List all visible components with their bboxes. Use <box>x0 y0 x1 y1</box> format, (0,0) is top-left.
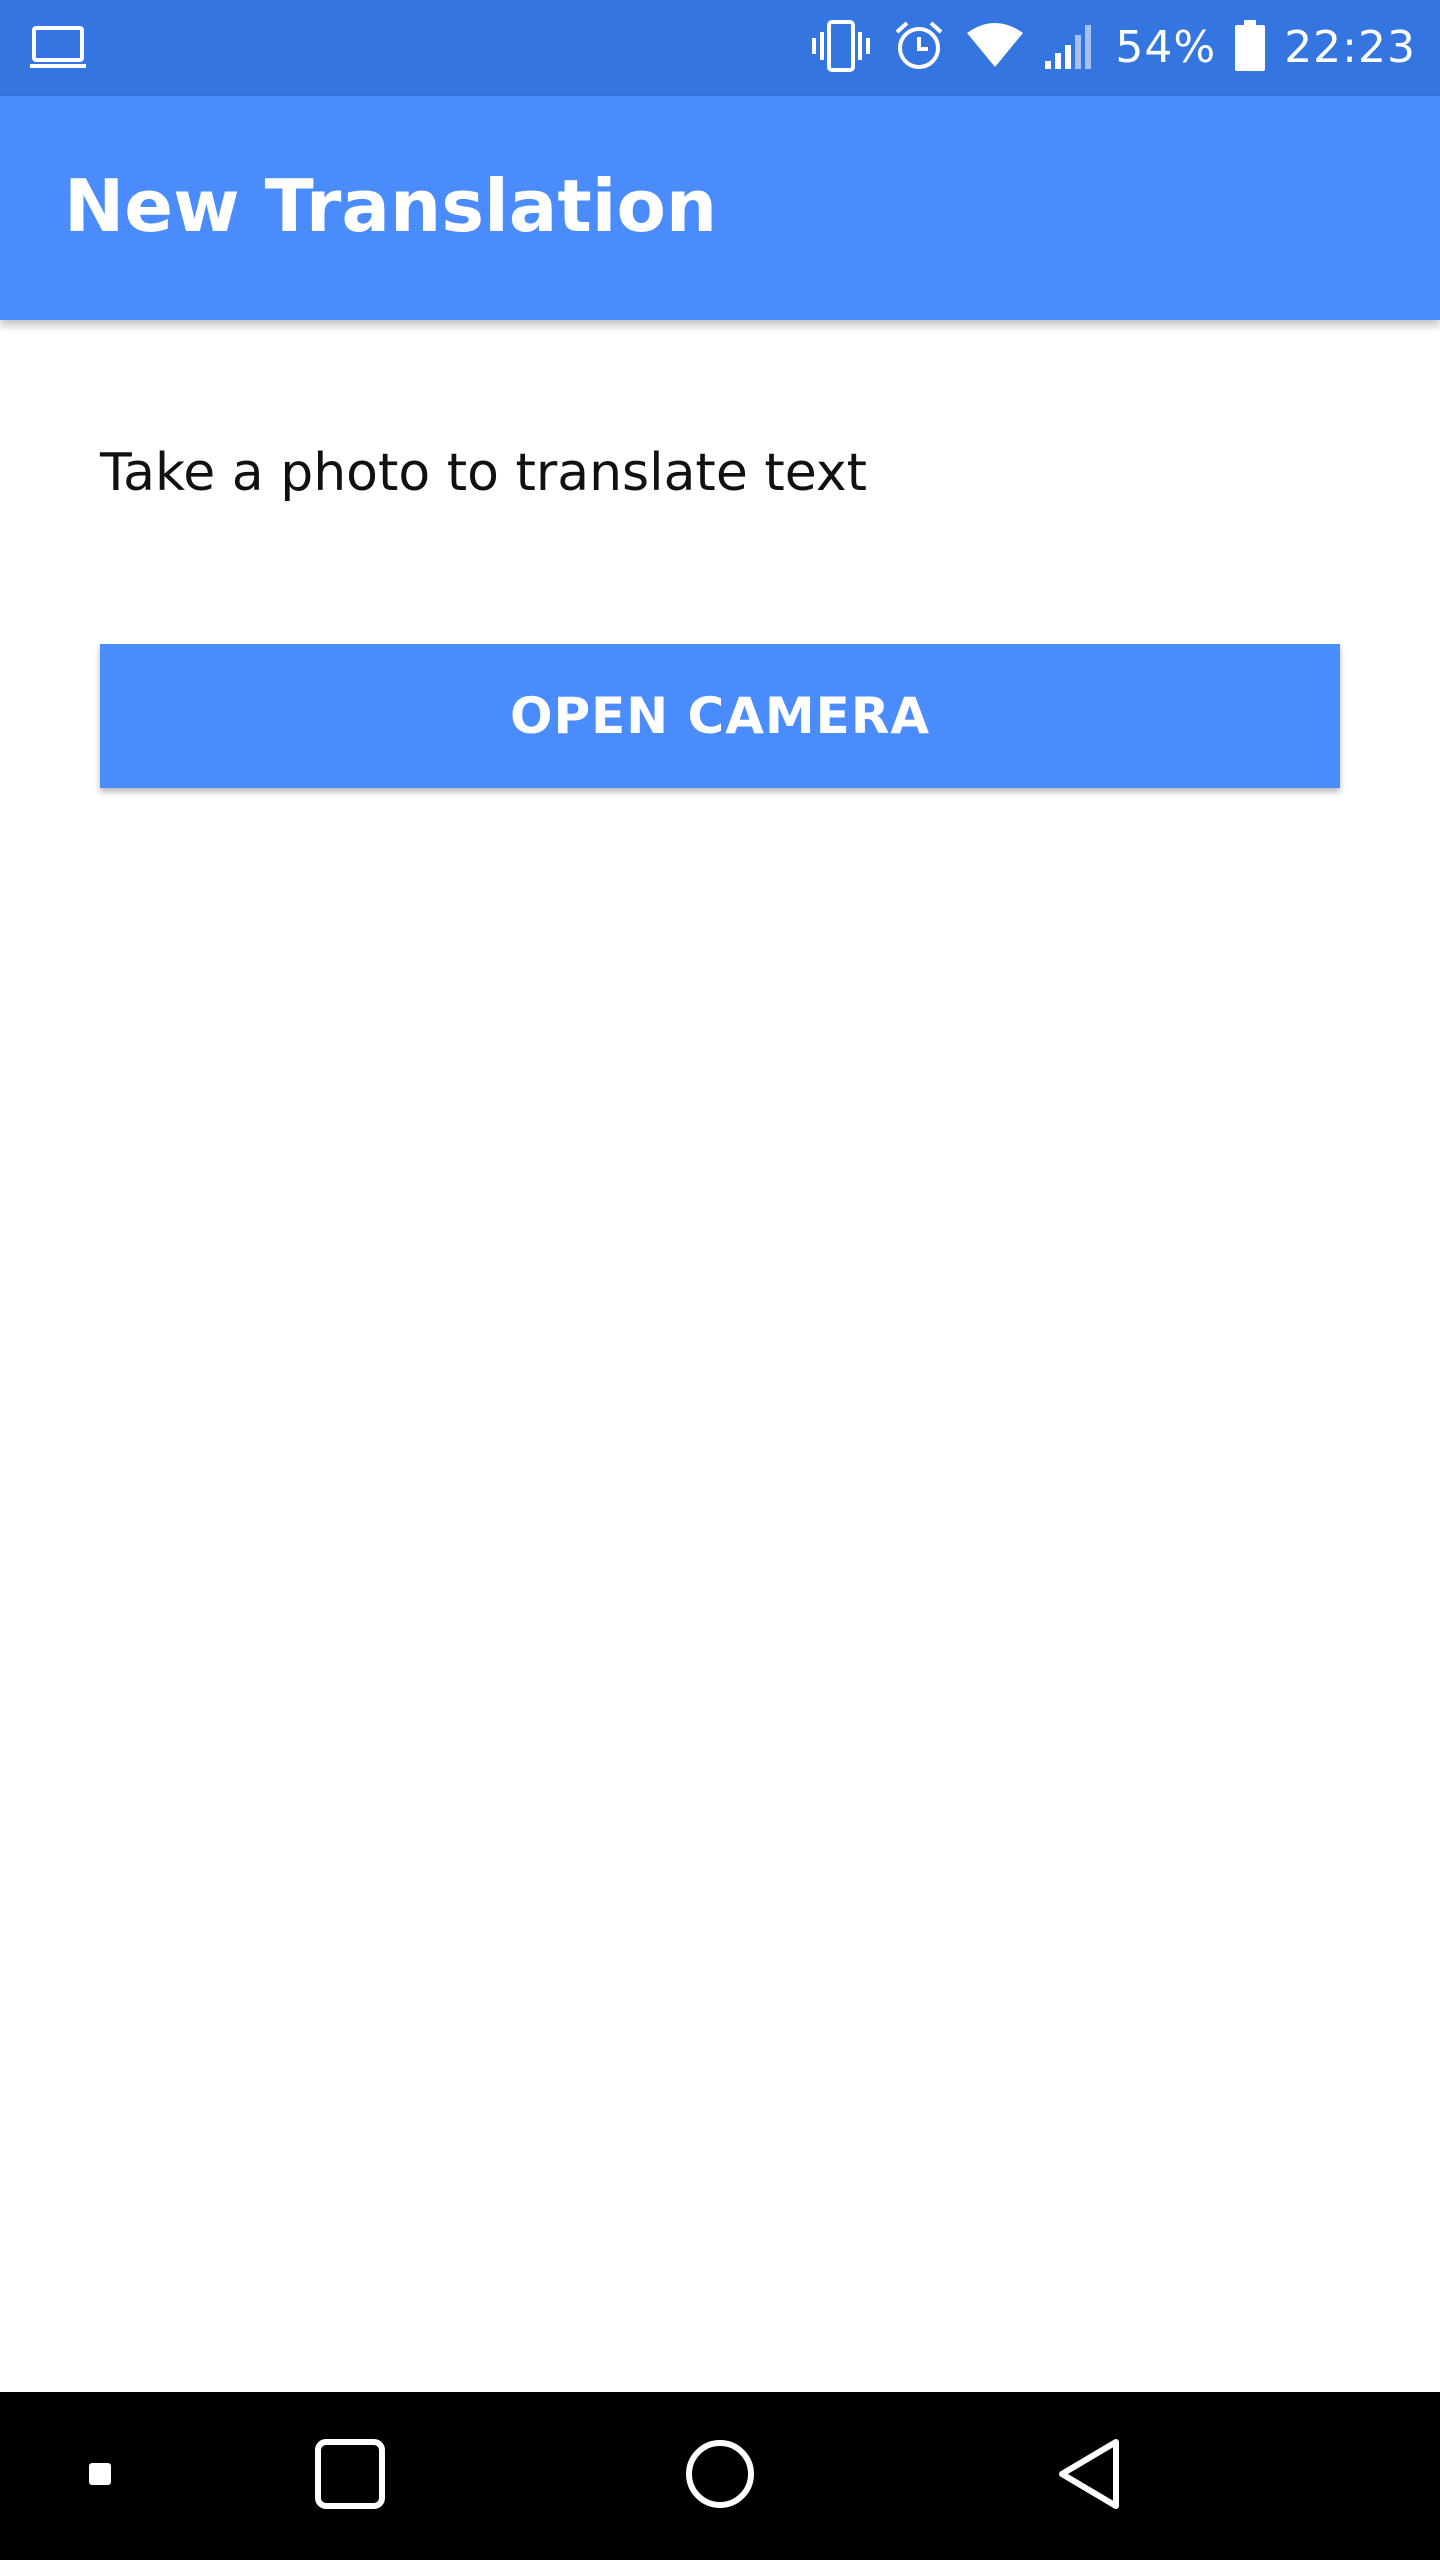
navigation-bar <box>0 2392 1440 2560</box>
back-icon <box>1056 2436 1124 2516</box>
recent-apps-icon <box>314 2438 386 2514</box>
clock-time: 22:23 <box>1284 22 1416 73</box>
screen: 54% 22:23 New Translation Take a photo t… <box>0 0 1440 2560</box>
app-bar: New Translation <box>0 96 1440 320</box>
alarm-clock-icon <box>891 18 947 78</box>
status-bar: 54% 22:23 <box>0 0 1440 96</box>
recent-apps-button[interactable] <box>300 2392 400 2560</box>
open-camera-button[interactable]: OPEN CAMERA <box>100 644 1340 788</box>
main-content: Take a photo to translate text OPEN CAME… <box>0 320 1440 2392</box>
signal-icon <box>1043 21 1097 75</box>
home-button[interactable] <box>670 2392 770 2560</box>
menu-dot-icon <box>88 2462 112 2490</box>
laptop-icon <box>28 24 88 72</box>
wifi-icon <box>965 21 1025 75</box>
battery-percent: 54% <box>1115 22 1217 73</box>
menu-dot-button[interactable] <box>60 2392 140 2560</box>
page-title: New Translation <box>64 164 718 248</box>
instruction-text: Take a photo to translate text <box>100 443 867 503</box>
home-icon <box>684 2438 756 2514</box>
status-icons: 54% 22:23 <box>809 0 1416 96</box>
back-button[interactable] <box>1040 2392 1140 2560</box>
battery-icon <box>1234 19 1266 77</box>
vibrate-icon <box>809 18 873 78</box>
